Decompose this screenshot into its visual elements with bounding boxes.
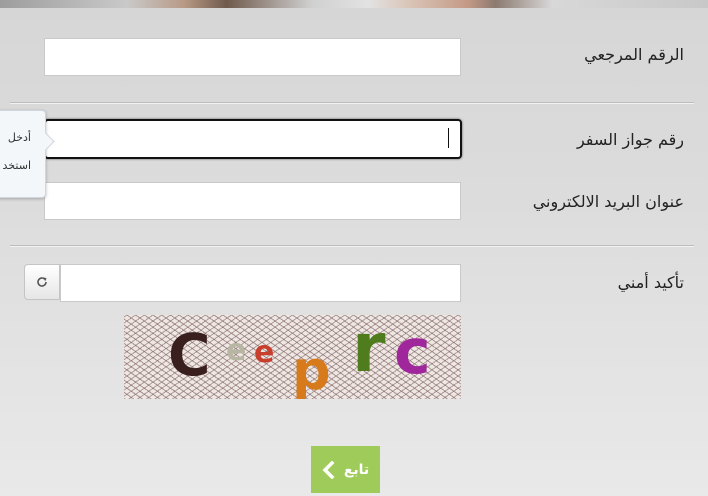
tooltip-line-1: أدخل — [7, 131, 31, 144]
email-input[interactable] — [44, 182, 461, 220]
continue-button-label: تابع — [343, 461, 370, 478]
divider-1 — [10, 102, 694, 104]
email-label: عنوان البريد الالكتروني — [532, 192, 684, 211]
captcha-char-2: e — [226, 333, 247, 368]
tooltip-line-2: استخد — [2, 159, 31, 172]
captcha-char-6: c — [394, 315, 431, 388]
header-photo-strip — [0, 0, 708, 8]
chevron-left-icon — [322, 460, 335, 479]
field-hint-tooltip: أدخل استخد — [0, 110, 55, 198]
captcha-char-1: C — [168, 321, 211, 389]
continue-button[interactable]: تابع — [311, 446, 380, 493]
captcha-char-4: p — [292, 339, 331, 399]
passport-number-input[interactable] — [44, 119, 462, 159]
captcha-char-3: e — [254, 335, 275, 370]
passport-number-label: رقم جواز السفر — [576, 130, 684, 149]
captcha-char-5: r — [352, 315, 386, 388]
refresh-icon — [37, 277, 47, 287]
refresh-captcha-button[interactable] — [24, 264, 60, 300]
captcha-image: C e e p r c — [124, 315, 461, 399]
security-check-input[interactable] — [60, 264, 461, 302]
security-check-label: تأكيد أمني — [617, 273, 684, 292]
divider-2 — [10, 245, 694, 247]
text-caret — [448, 128, 449, 148]
reference-number-input[interactable] — [44, 38, 461, 76]
reference-number-label: الرقم المرجعي — [584, 45, 684, 64]
